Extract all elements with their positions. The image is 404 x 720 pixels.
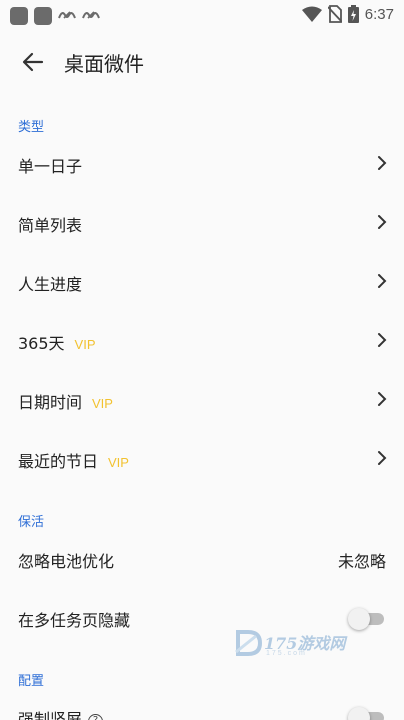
back-button[interactable] bbox=[18, 48, 48, 76]
widget-item-simple-list[interactable]: 简单列表 bbox=[0, 198, 404, 248]
widget-item-label: 最近的节日 bbox=[18, 452, 99, 471]
widget-item-365-days[interactable]: 365天 VIP bbox=[0, 316, 404, 366]
link-icon bbox=[58, 9, 76, 24]
chevron-right-icon bbox=[378, 451, 387, 465]
chevron-right-icon bbox=[378, 333, 387, 347]
wifi-icon bbox=[301, 6, 322, 22]
status-time: 6:37 bbox=[364, 5, 394, 23]
chevron-right-icon bbox=[378, 215, 387, 229]
chevron-right-icon bbox=[378, 274, 387, 288]
widget-item-label: 人生进度 bbox=[18, 275, 83, 294]
watermark: 175游戏网 175.com bbox=[234, 628, 356, 662]
hide-in-recents-label: 在多任务页隐藏 bbox=[18, 611, 131, 630]
app-bar: 桌面微件 bbox=[0, 38, 404, 86]
widget-item-label: 365天 bbox=[18, 334, 65, 353]
vip-badge: VIP bbox=[108, 455, 129, 470]
vip-badge: VIP bbox=[92, 396, 113, 411]
app-notification-icon bbox=[10, 7, 28, 25]
widget-item-label: 简单列表 bbox=[18, 216, 83, 235]
force-portrait-label: 强制竖屏 bbox=[18, 710, 83, 720]
widget-item-recent-festival[interactable]: 最近的节日 VIP bbox=[0, 434, 404, 484]
widget-item-label: 单一日子 bbox=[18, 157, 83, 176]
battery-charging-icon bbox=[347, 5, 359, 23]
no-sim-icon bbox=[327, 5, 342, 23]
widget-item-label: 日期时间 bbox=[18, 393, 83, 412]
arrow-left-icon bbox=[22, 52, 44, 72]
status-left-icons bbox=[10, 7, 100, 25]
section-header-type: 类型 bbox=[18, 120, 45, 135]
status-bar: 6:37 bbox=[0, 0, 404, 32]
widget-item-life-progress[interactable]: 人生进度 bbox=[0, 257, 404, 307]
page-title: 桌面微件 bbox=[64, 52, 144, 76]
battery-optimization-row[interactable]: 忽略电池优化 未忽略 bbox=[0, 534, 404, 584]
hide-in-recents-toggle[interactable] bbox=[348, 608, 384, 630]
app-notification-icon bbox=[34, 7, 52, 25]
link-icon bbox=[82, 9, 100, 24]
force-portrait-toggle[interactable] bbox=[348, 707, 384, 720]
chevron-right-icon bbox=[378, 392, 387, 406]
battery-optimization-value: 未忽略 bbox=[337, 552, 386, 571]
force-portrait-row[interactable]: 强制竖屏? bbox=[0, 692, 404, 720]
chevron-right-icon bbox=[378, 156, 387, 170]
widget-item-single-day[interactable]: 单一日子 bbox=[0, 139, 404, 189]
battery-optimization-label: 忽略电池优化 bbox=[18, 552, 115, 571]
vip-badge: VIP bbox=[74, 337, 96, 352]
section-header-keepalive: 保活 bbox=[18, 515, 45, 530]
watermark-logo-icon bbox=[235, 630, 262, 656]
section-header-config: 配置 bbox=[18, 674, 45, 689]
status-right-icons: 6:37 bbox=[301, 5, 394, 23]
widget-item-date-time[interactable]: 日期时间 VIP bbox=[0, 375, 404, 425]
watermark-subtext: 175.com bbox=[266, 650, 307, 657]
help-icon[interactable]: ? bbox=[88, 714, 104, 720]
